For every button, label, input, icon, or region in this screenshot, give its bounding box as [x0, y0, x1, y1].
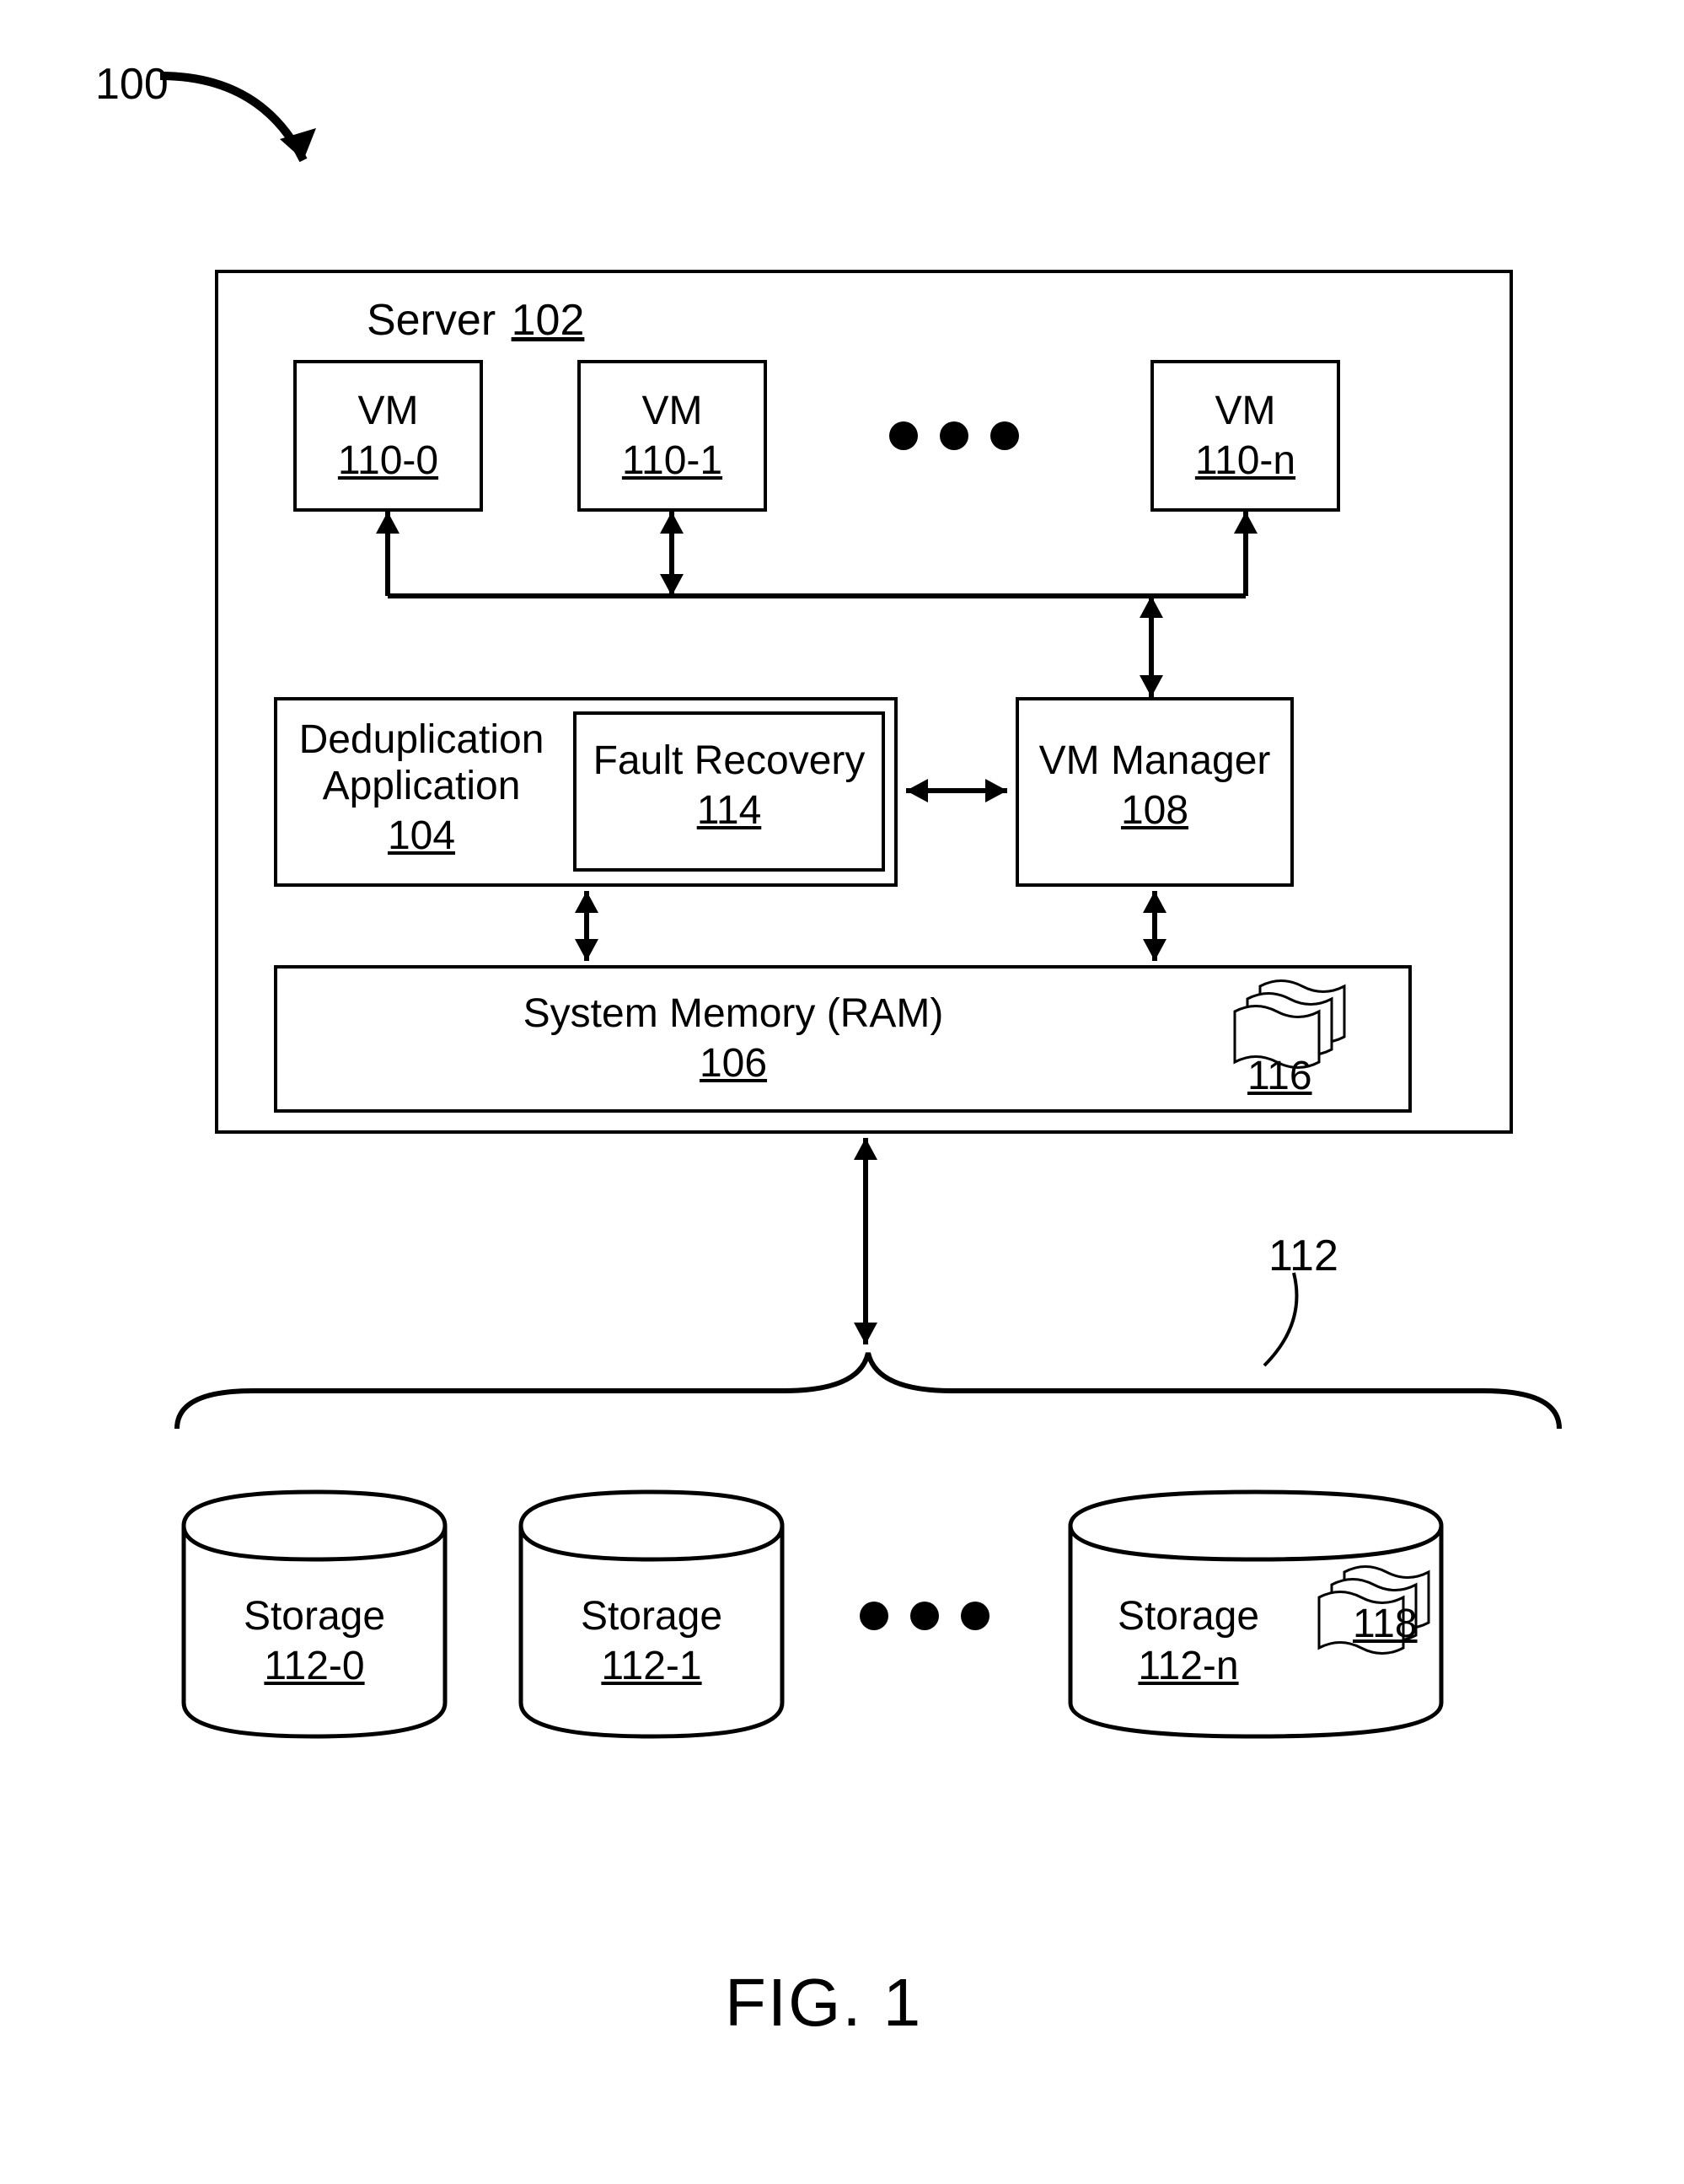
server-label-ref: 102: [512, 296, 585, 345]
storage-ellipsis-icon: [860, 1602, 989, 1630]
server-storage-arrow-icon: [849, 1134, 882, 1349]
ram-docs-ref-text: 116: [1247, 1053, 1312, 1099]
vmn-ref: 110-n: [1150, 437, 1340, 484]
vmmgr-label: VM Manager 108: [1016, 738, 1294, 834]
curved-arrow-icon: [143, 59, 337, 194]
vmn-label: VM 110-n: [1150, 388, 1340, 484]
vmmgr-ram-arrow-icon: [1138, 887, 1172, 965]
dedup-vmmgr-arrow-icon: [898, 774, 1016, 808]
server-label-text: Server: [367, 296, 496, 345]
storage1-text: Storage: [512, 1593, 791, 1639]
vmmgr-text: VM Manager: [1016, 738, 1294, 784]
storage0-label: Storage 112-0: [175, 1593, 453, 1689]
fault-text: Fault Recovery: [573, 738, 885, 784]
vm1-text: VM: [577, 388, 767, 434]
vm1-ref: 110-1: [577, 437, 767, 484]
vm0-text: VM: [293, 388, 483, 434]
storagen-docs-ref-text: 118: [1353, 1601, 1418, 1647]
vm0-label: VM 110-0: [293, 388, 483, 484]
ram-docs-ref: 116: [1247, 1049, 1312, 1099]
storage1-label: Storage 112-1: [512, 1593, 791, 1689]
dedup-text2: Application: [287, 763, 556, 809]
storagen-text: Storage: [1062, 1593, 1315, 1639]
vmn-text: VM: [1150, 388, 1340, 434]
storagen-docs-ref: 118: [1353, 1597, 1418, 1647]
vm-ellipsis-icon: [889, 421, 1019, 450]
server-label: Server 102: [367, 295, 584, 346]
dedup-label: Deduplication Application 104: [287, 716, 556, 859]
vm1-label: VM 110-1: [577, 388, 767, 484]
ram-label: System Memory (RAM) 106: [472, 990, 995, 1087]
vm0-ref: 110-0: [293, 437, 483, 484]
dedup-text1: Deduplication: [287, 716, 556, 763]
figure-caption: FIG. 1: [725, 1964, 922, 2042]
ram-text: System Memory (RAM): [472, 990, 995, 1037]
ram-ref: 106: [472, 1040, 995, 1087]
storage0-text: Storage: [175, 1593, 453, 1639]
storagen-ref: 112-n: [1062, 1643, 1315, 1689]
figure-caption-text: FIG. 1: [725, 1965, 922, 2040]
fault-ref: 114: [573, 787, 885, 834]
storagen-label: Storage 112-n: [1062, 1593, 1315, 1689]
storage-brace-icon: [169, 1344, 1568, 1437]
fault-label: Fault Recovery 114: [573, 738, 885, 834]
storage0-ref: 112-0: [175, 1643, 453, 1689]
vm-bus-icon: [293, 512, 1389, 706]
dedup-ram-arrow-icon: [570, 887, 603, 965]
vmmgr-ref: 108: [1016, 787, 1294, 834]
storage1-ref: 112-1: [512, 1643, 791, 1689]
dedup-ref: 104: [287, 813, 556, 859]
